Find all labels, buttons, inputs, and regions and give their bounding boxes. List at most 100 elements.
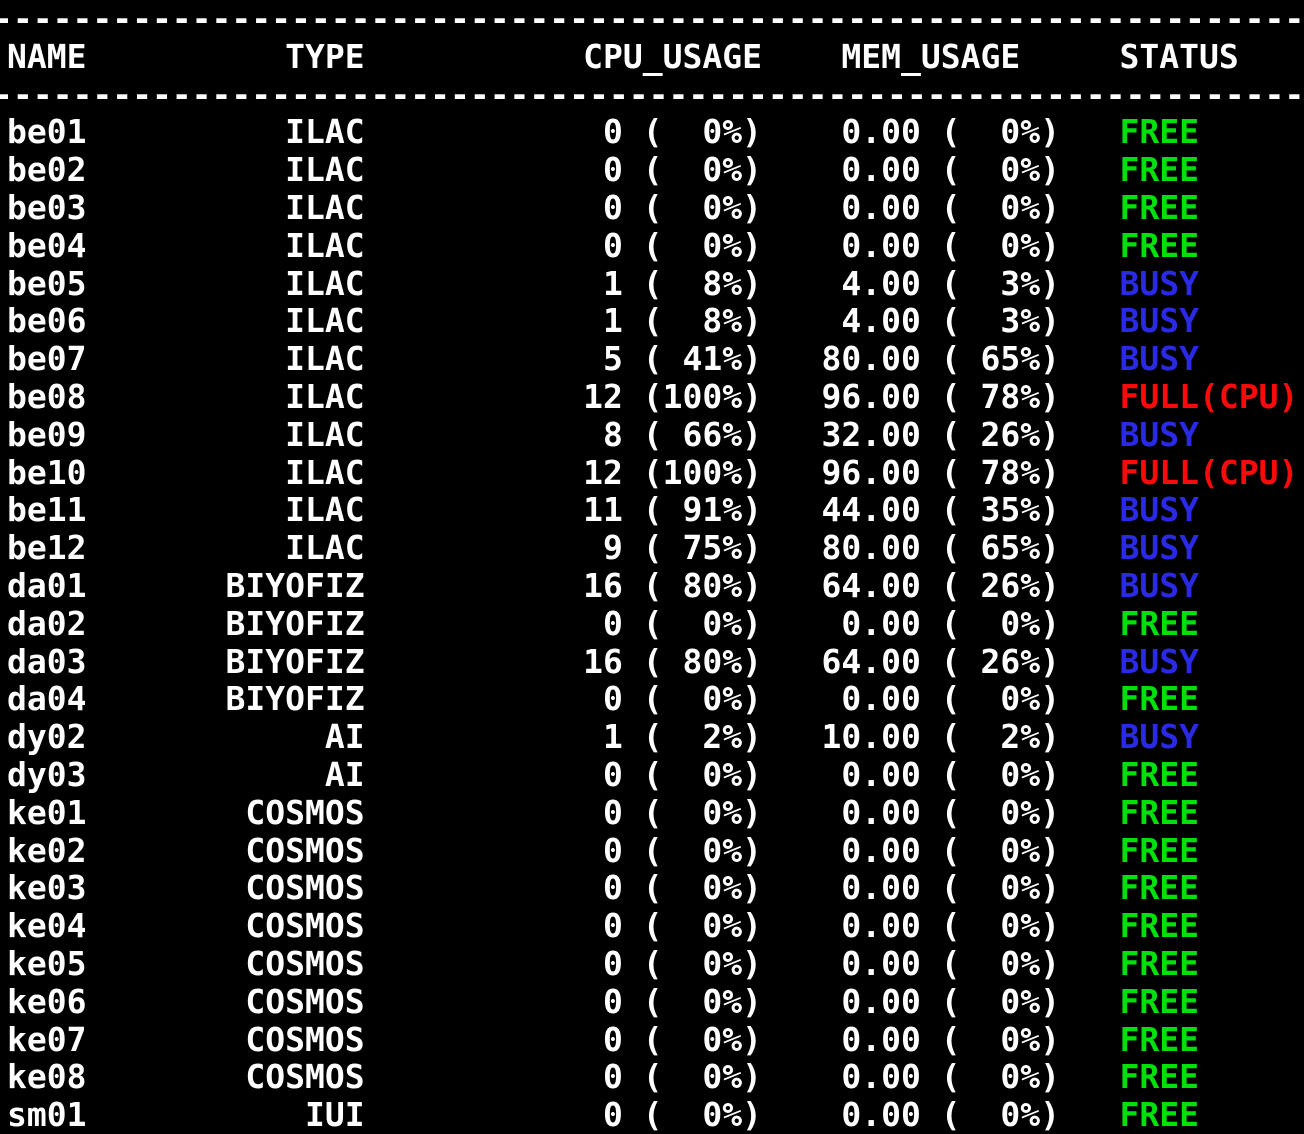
node-mem-usage: 0.00 ( 0%) [762, 1096, 1060, 1134]
node-name: be07 [7, 340, 226, 378]
node-cpu-usage: 0 ( 0%) [365, 907, 762, 945]
table-row: be08ILAC12 (100%)96.00 ( 78%)FULL(CPU) [7, 378, 1304, 416]
node-type: COSMOS [226, 907, 365, 945]
node-status: FREE [1120, 1021, 1199, 1059]
node-status: BUSY [1120, 718, 1199, 756]
node-cpu-usage: 1 ( 2%) [365, 718, 762, 756]
table-row: ke07COSMOS0 ( 0%)0.00 ( 0%)FREE [7, 1021, 1304, 1059]
node-status: FREE [1120, 113, 1199, 151]
table-row: be11ILAC11 ( 91%)44.00 ( 35%)BUSY [7, 491, 1304, 529]
node-name: be09 [7, 416, 226, 454]
node-status: BUSY [1120, 491, 1199, 529]
table-row: be07ILAC5 ( 41%)80.00 ( 65%)BUSY [7, 340, 1304, 378]
separator-line-top: ----------------------------------------… [0, 0, 1304, 38]
node-mem-usage: 64.00 ( 26%) [762, 567, 1060, 605]
node-cpu-usage: 12 (100%) [365, 454, 762, 492]
table-row: be02ILAC0 ( 0%)0.00 ( 0%)FREE [7, 151, 1304, 189]
node-name: da01 [7, 567, 226, 605]
column-header-cpu-usage: CPU_USAGE [365, 38, 762, 76]
node-name: da02 [7, 605, 226, 643]
table-row: ke05COSMOS0 ( 0%)0.00 ( 0%)FREE [7, 945, 1304, 983]
node-name: be08 [7, 378, 226, 416]
node-status: FULL(CPU) [1120, 378, 1299, 416]
node-cpu-usage: 0 ( 0%) [365, 1058, 762, 1096]
node-type: AI [226, 718, 365, 756]
node-cpu-usage: 16 ( 80%) [365, 643, 762, 681]
node-mem-usage: 44.00 ( 35%) [762, 491, 1060, 529]
table-row: da01BIYOFIZ16 ( 80%)64.00 ( 26%)BUSY [7, 567, 1304, 605]
node-type: ILAC [226, 113, 365, 151]
node-type: ILAC [226, 491, 365, 529]
node-cpu-usage: 0 ( 0%) [365, 1021, 762, 1059]
table-row: be09ILAC8 ( 66%)32.00 ( 26%)BUSY [7, 416, 1304, 454]
node-cpu-usage: 0 ( 0%) [365, 605, 762, 643]
node-status: FREE [1120, 907, 1199, 945]
node-name: da03 [7, 643, 226, 681]
node-mem-usage: 0.00 ( 0%) [762, 983, 1060, 1021]
table-row: be01ILAC0 ( 0%)0.00 ( 0%)FREE [7, 113, 1304, 151]
node-cpu-usage: 1 ( 8%) [365, 265, 762, 303]
node-status: FREE [1120, 189, 1199, 227]
node-status: BUSY [1120, 529, 1199, 567]
table-row: dy03AI0 ( 0%)0.00 ( 0%)FREE [7, 756, 1304, 794]
node-status: FREE [1120, 151, 1199, 189]
node-name: be05 [7, 265, 226, 303]
node-mem-usage: 80.00 ( 65%) [762, 529, 1060, 567]
table-row: da03BIYOFIZ16 ( 80%)64.00 ( 26%)BUSY [7, 643, 1304, 681]
table-row: be10ILAC12 (100%)96.00 ( 78%)FULL(CPU) [7, 454, 1304, 492]
node-type: BIYOFIZ [226, 567, 365, 605]
node-status: BUSY [1120, 340, 1199, 378]
node-name: da04 [7, 680, 226, 718]
separator-line-bottom: ----------------------------------------… [0, 76, 1304, 114]
node-cpu-usage: 0 ( 0%) [365, 1096, 762, 1134]
node-type: ILAC [226, 227, 365, 265]
node-cpu-usage: 0 ( 0%) [365, 227, 762, 265]
node-cpu-usage: 0 ( 0%) [365, 113, 762, 151]
node-type: BIYOFIZ [226, 605, 365, 643]
node-status: FREE [1120, 869, 1199, 907]
node-mem-usage: 0.00 ( 0%) [762, 832, 1060, 870]
node-status: FREE [1120, 605, 1199, 643]
node-name: ke07 [7, 1021, 226, 1059]
node-status: FREE [1120, 945, 1199, 983]
node-status: FULL(CPU) [1120, 454, 1299, 492]
node-status: FREE [1120, 832, 1199, 870]
node-type: ILAC [226, 378, 365, 416]
node-cpu-usage: 0 ( 0%) [365, 756, 762, 794]
node-status: BUSY [1120, 567, 1199, 605]
node-cpu-usage: 0 ( 0%) [365, 680, 762, 718]
node-name: sm01 [7, 1096, 226, 1134]
node-name: be06 [7, 302, 226, 340]
node-name: ke03 [7, 869, 226, 907]
node-status: FREE [1120, 756, 1199, 794]
node-name: be02 [7, 151, 226, 189]
node-name: ke01 [7, 794, 226, 832]
table-row: ke08COSMOS0 ( 0%)0.00 ( 0%)FREE [7, 1058, 1304, 1096]
node-cpu-usage: 5 ( 41%) [365, 340, 762, 378]
table-row: be06ILAC1 ( 8%)4.00 ( 3%)BUSY [7, 302, 1304, 340]
node-status: FREE [1120, 227, 1199, 265]
node-mem-usage: 0.00 ( 0%) [762, 1058, 1060, 1096]
node-name: ke02 [7, 832, 226, 870]
node-cpu-usage: 0 ( 0%) [365, 832, 762, 870]
node-cpu-usage: 0 ( 0%) [365, 983, 762, 1021]
node-type: COSMOS [226, 832, 365, 870]
node-type: IUI [226, 1096, 365, 1134]
node-type: ILAC [226, 302, 365, 340]
node-type: BIYOFIZ [226, 643, 365, 681]
table-row: be03ILAC0 ( 0%)0.00 ( 0%)FREE [7, 189, 1304, 227]
node-status: FREE [1120, 680, 1199, 718]
node-name: ke06 [7, 983, 226, 1021]
node-type: COSMOS [226, 1021, 365, 1059]
node-cpu-usage: 12 (100%) [365, 378, 762, 416]
node-cpu-usage: 0 ( 0%) [365, 794, 762, 832]
node-cpu-usage: 0 ( 0%) [365, 869, 762, 907]
node-status: FREE [1120, 983, 1199, 1021]
node-status: FREE [1120, 1096, 1199, 1134]
node-type: BIYOFIZ [226, 680, 365, 718]
node-cpu-usage: 8 ( 66%) [365, 416, 762, 454]
table-row: ke01COSMOS0 ( 0%)0.00 ( 0%)FREE [7, 794, 1304, 832]
node-status: FREE [1120, 1058, 1199, 1096]
node-cpu-usage: 0 ( 0%) [365, 189, 762, 227]
node-cpu-usage: 1 ( 8%) [365, 302, 762, 340]
